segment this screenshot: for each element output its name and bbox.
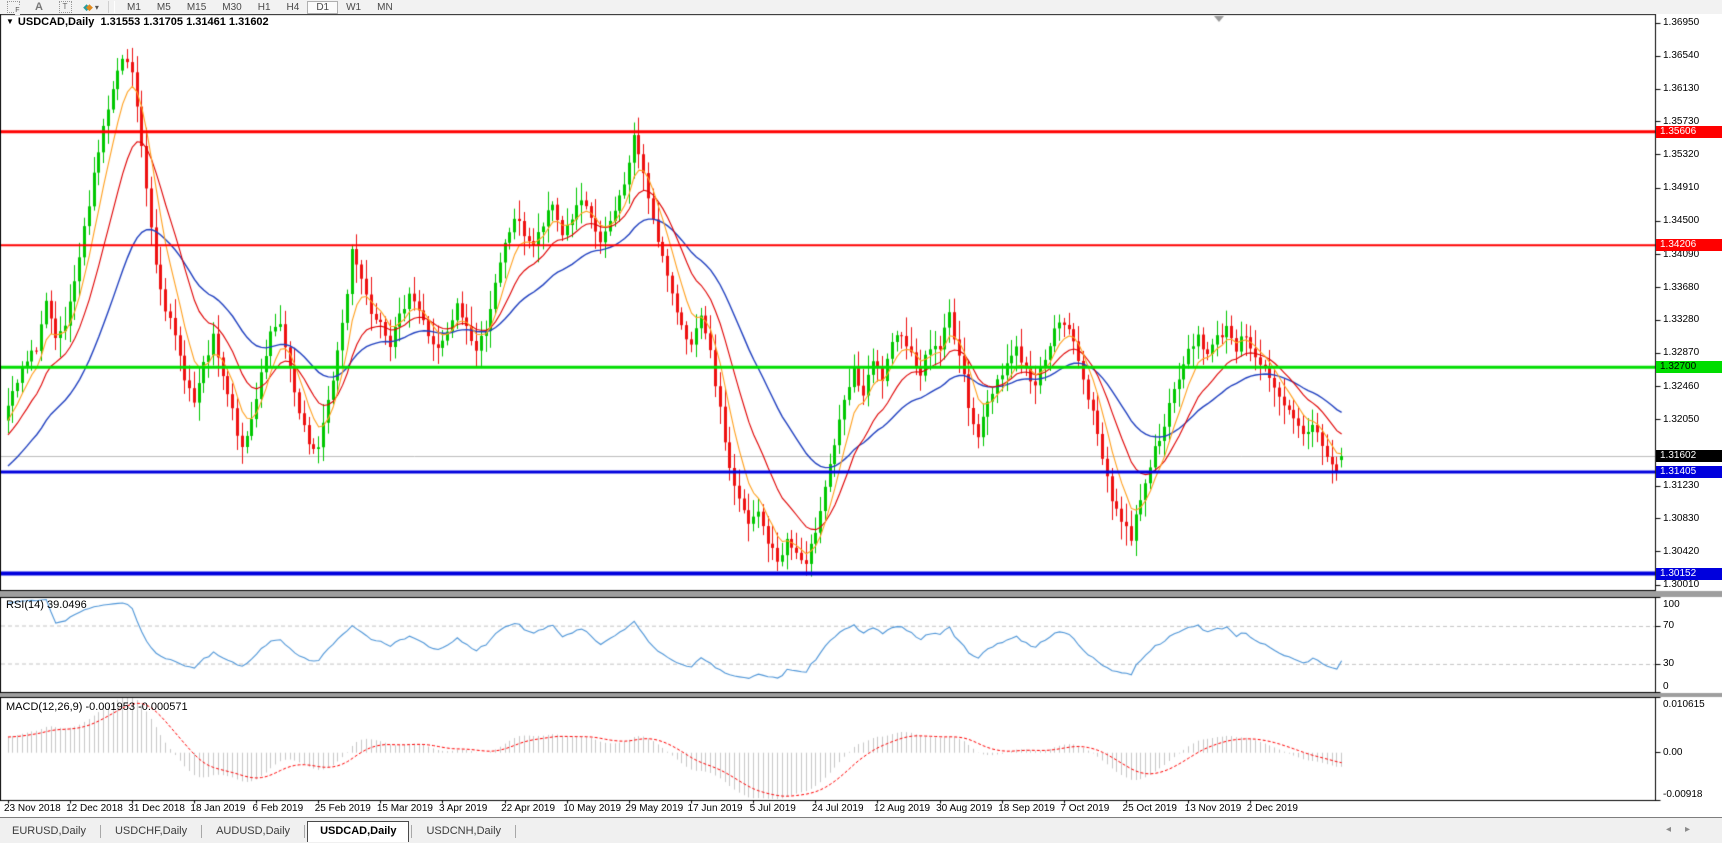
tab-usdcad[interactable]: USDCAD,Daily [307, 821, 410, 842]
timeframe-button-h1[interactable]: H1 [250, 2, 279, 13]
fibonacci-tool-icon[interactable]: F [4, 1, 22, 15]
tab-divider [515, 824, 517, 838]
timeframe-buttons: M1 M5 M15 M30 H1 H4 D1 W1 MN [119, 0, 401, 14]
tab-audusd[interactable]: AUDUSD,Daily [204, 822, 302, 840]
tab-divider [99, 824, 101, 838]
timeframe-button-d1[interactable]: D1 [307, 0, 339, 14]
top-toolbar: F A T ◆ ◆ ▾ M1 M5 M15 M30 H1 H4 D1 W1 MN [0, 0, 1722, 15]
tab-usdchf[interactable]: USDCHF,Daily [103, 822, 199, 840]
text-label-tool-icon[interactable]: A [30, 1, 48, 14]
tab-scroll-left-icon[interactable]: ◂ [1666, 824, 1685, 835]
timeframe-button-m1[interactable]: M1 [119, 2, 149, 13]
timeframe-button-m5[interactable]: M5 [149, 2, 179, 13]
tab-divider [304, 824, 306, 838]
timeframe-button-h4[interactable]: H4 [279, 2, 308, 13]
timeframe-button-m15[interactable]: M15 [179, 2, 214, 13]
tab-usdcnh[interactable]: USDCNH,Daily [414, 822, 513, 840]
timeframe-button-w1[interactable]: W1 [338, 2, 369, 13]
tab-divider [201, 824, 203, 838]
shapes-tool-icon[interactable]: ◆ ◆ ▾ [82, 1, 100, 14]
tab-divider [411, 824, 413, 838]
timeframe-button-m30[interactable]: M30 [214, 2, 249, 13]
toolbar-separator [108, 1, 115, 13]
timeframe-button-mn[interactable]: MN [369, 2, 401, 13]
chart-tab-bar: EURUSD,Daily USDCHF,Daily AUDUSD,Daily USDC… [0, 817, 1722, 843]
chart-canvas[interactable] [0, 0, 1722, 817]
chevron-down-icon: ▾ [94, 2, 99, 12]
mt4-window: F A T ◆ ◆ ▾ M1 M5 M15 M30 H1 H4 D1 W1 MN ▼ USDCAD… [0, 0, 1722, 843]
tab-scroll-right-icon[interactable]: ▸ [1685, 824, 1704, 835]
tab-eurusd[interactable]: EURUSD,Daily [0, 822, 98, 840]
text-tool-icon[interactable]: T [56, 1, 74, 14]
